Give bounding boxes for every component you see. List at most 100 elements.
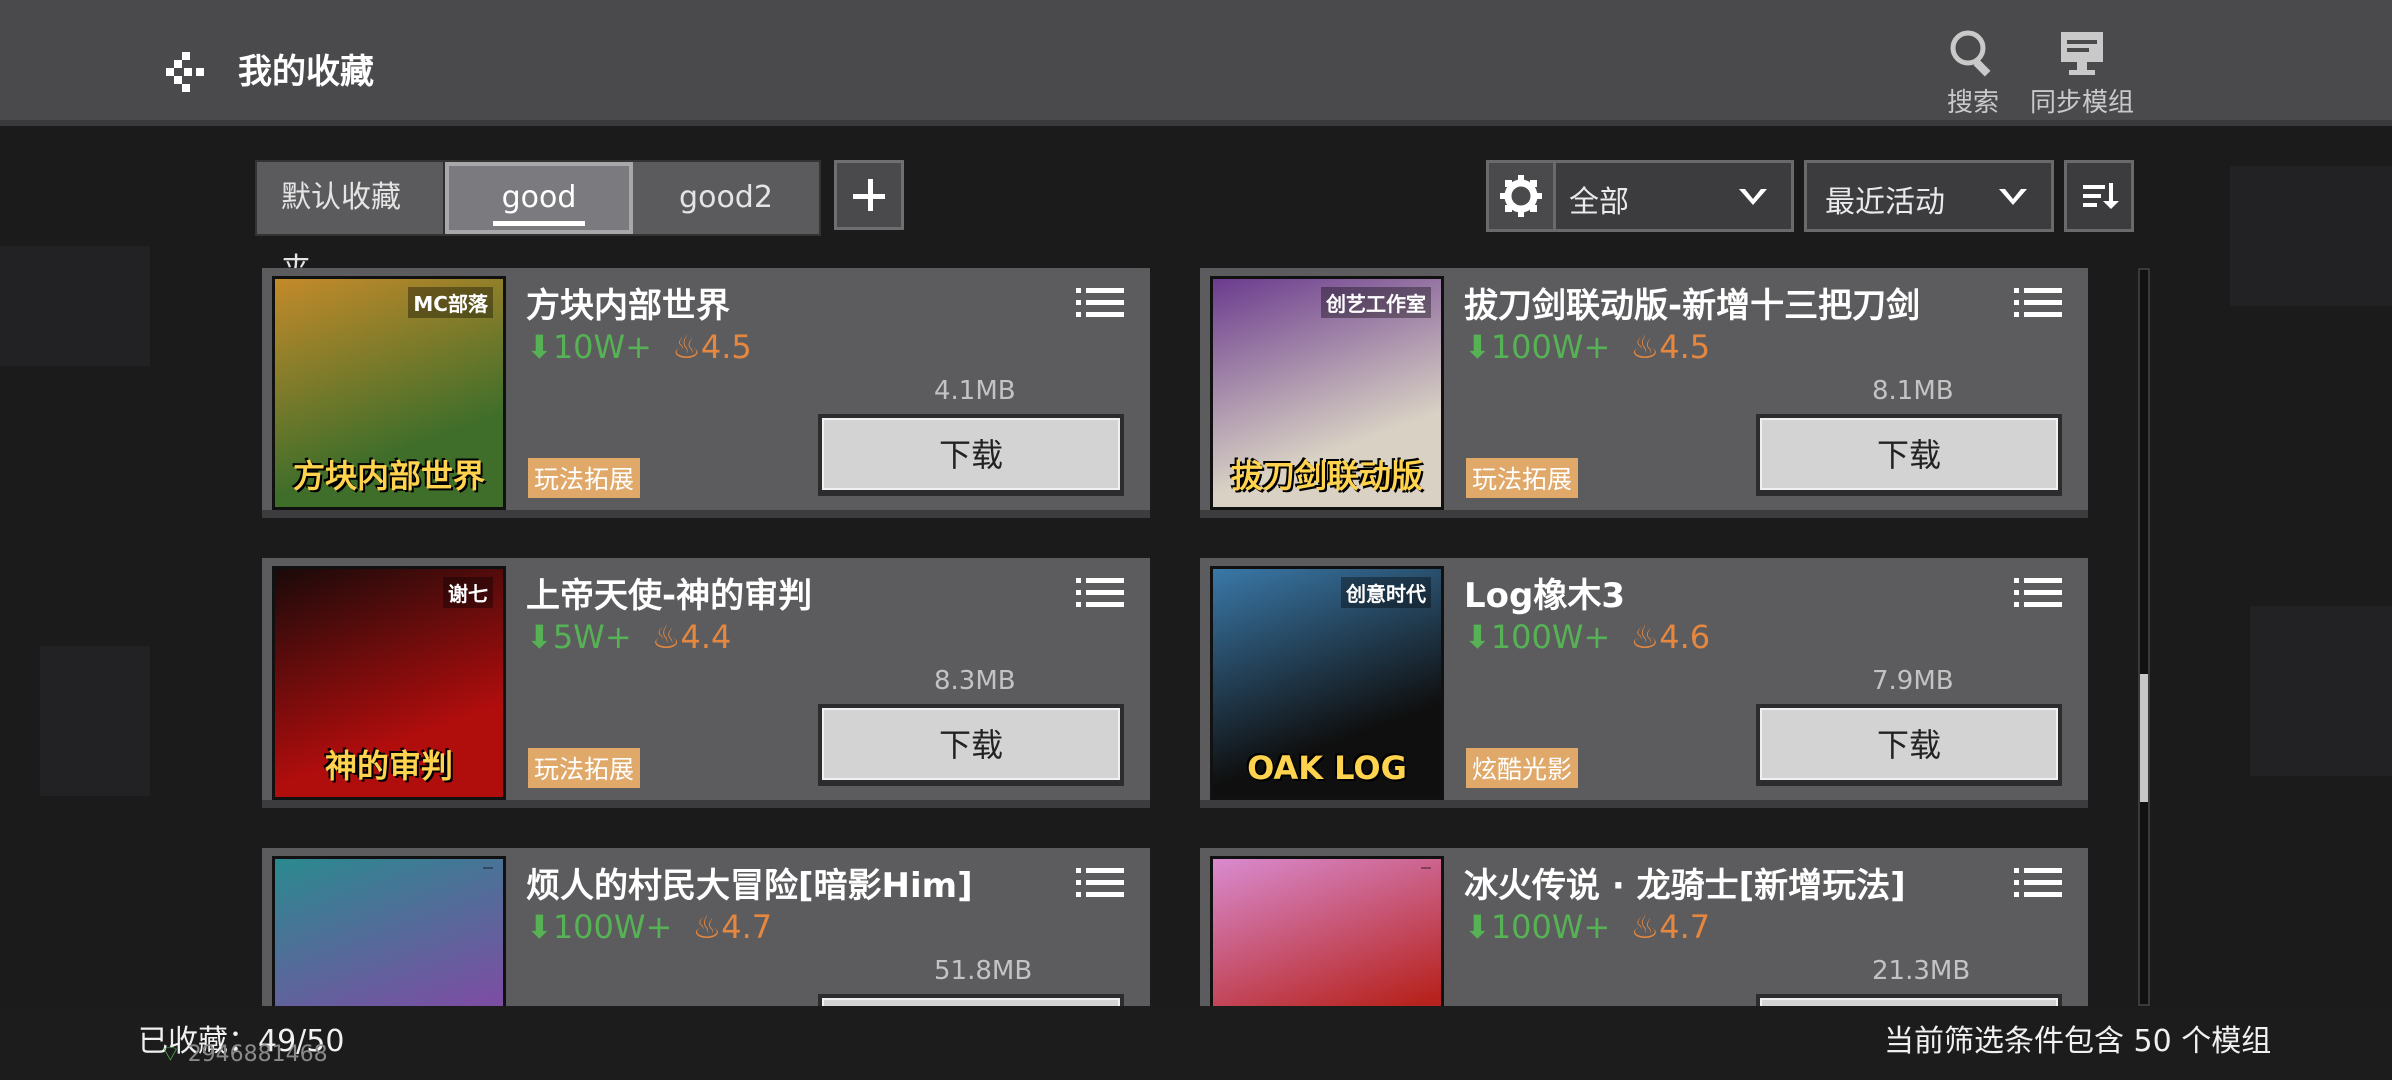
rating-value: 4.5 [1659, 328, 1711, 366]
add-folder-button[interactable] [834, 160, 904, 230]
mod-name[interactable]: 烦人的村民大冒险[暗影Him] [526, 858, 973, 907]
thumbnail-caption: OAK LOG [1247, 749, 1407, 787]
file-size: 21.3MB [1872, 956, 1971, 986]
gear-icon [1500, 175, 1542, 217]
mod-name[interactable]: 方块内部世界 [526, 278, 730, 327]
rating-value: 4.4 [680, 618, 732, 656]
tab-good[interactable]: good [445, 162, 633, 234]
mod-stats: ⬇10W+ ♨4.5 [526, 328, 752, 366]
mod-thumbnail[interactable] [1210, 856, 1444, 1006]
mod-card[interactable]: 创意时代 OAK LOG Log橡木3 ⬇100W+ ♨4.6 7.9MB 下载… [1200, 558, 2088, 808]
mod-stats: ⬇100W+ ♨4.5 [1464, 328, 1710, 366]
download-arrow-icon: ⬇ [1464, 328, 1491, 366]
file-size: 4.1MB [934, 376, 1016, 406]
mod-name[interactable]: 上帝天使-神的审判 [526, 568, 812, 617]
mod-thumbnail[interactable] [272, 856, 506, 1006]
mod-card[interactable]: 烦人的村民大冒险[暗影Him] ⬇100W+ ♨4.7 51.8MB 下载 [262, 848, 1150, 1006]
download-button[interactable]: 下载 [1756, 414, 2062, 496]
mod-thumbnail[interactable]: 创意时代 OAK LOG [1210, 566, 1444, 800]
sort-lines-icon [2083, 183, 2119, 209]
download-button-label: 下载 [822, 998, 1120, 1006]
category-filter-dropdown[interactable]: 全部 [1486, 160, 1794, 232]
thumbnail-caption: 方块内部世界 [292, 457, 485, 495]
file-size: 8.1MB [1872, 376, 1954, 406]
mod-name[interactable]: 拔刀剑联动版-新增十三把刀剑 [1464, 278, 1920, 327]
category-filter-value: 全部 [1569, 185, 1629, 220]
mod-card[interactable]: 冰火传说 · 龙骑士[新增玩法] ⬇100W+ ♨4.7 21.3MB 下载 [1200, 848, 2088, 1006]
mod-stats: ⬇100W+ ♨4.7 [526, 908, 772, 946]
more-options-icon[interactable] [1076, 868, 1124, 898]
settings-cell[interactable] [1489, 163, 1556, 229]
rating-icon: ♨ [1630, 618, 1660, 656]
download-button-label: 下载 [1760, 998, 2058, 1006]
mod-card[interactable]: 创艺工作室 拔刀剑联动版 拔刀剑联动版-新增十三把刀剑 ⬇100W+ ♨4.5 … [1200, 268, 2088, 518]
more-options-icon[interactable] [1076, 578, 1124, 608]
file-size: 7.9MB [1872, 666, 1954, 696]
tab-good2[interactable]: good2 [633, 162, 819, 234]
file-size: 8.3MB [934, 666, 1016, 696]
download-button[interactable]: 下载 [818, 994, 1124, 1006]
download-count: 100W+ [1490, 618, 1611, 656]
filter-summary: 当前筛选条件包含 50 个模组 [1884, 1024, 2272, 1059]
download-arrow-icon: ⬇ [526, 908, 553, 946]
download-button-label: 下载 [1760, 708, 2058, 780]
mod-card[interactable]: 谢七 神的审判 上帝天使-神的审判 ⬇5W+ ♨4.4 8.3MB 下载 玩法拓… [262, 558, 1150, 808]
download-button[interactable]: 下载 [818, 704, 1124, 786]
rating-value: 4.6 [1659, 618, 1711, 656]
rating-icon: ♨ [651, 618, 681, 656]
mod-name[interactable]: 冰火传说 · 龙骑士[新增玩法] [1464, 858, 1906, 907]
rating-value: 4.7 [1659, 908, 1711, 946]
chevron-down-icon [1999, 189, 2027, 205]
device-id-text: 2946881468 [187, 1042, 328, 1067]
search-icon [1950, 30, 1991, 77]
top-bar: 我的收藏 搜索 同步模组 [0, 0, 2392, 126]
download-arrow-icon: ⬇ [526, 328, 553, 366]
more-options-icon[interactable] [1076, 288, 1124, 318]
rating-icon: ♨ [1630, 908, 1660, 946]
download-arrow-icon: ⬇ [526, 618, 553, 656]
wifi-icon: ⌔ [160, 1042, 181, 1067]
sort-order-button[interactable] [2064, 160, 2134, 232]
scrollbar-thumb[interactable] [2140, 674, 2148, 802]
page-title: 我的收藏 [238, 52, 374, 92]
download-button[interactable]: 下载 [1756, 994, 2062, 1006]
download-button[interactable]: 下载 [818, 414, 1124, 496]
rating-icon: ♨ [1630, 328, 1660, 366]
category-tag: 炫酷光影 [1466, 748, 1579, 788]
mod-stats: ⬇5W+ ♨4.4 [526, 618, 731, 656]
download-button-label: 下载 [822, 708, 1120, 780]
download-button[interactable]: 下载 [1756, 704, 2062, 786]
mod-thumbnail[interactable]: MC部落 方块内部世界 [272, 276, 506, 510]
tab-default-folder[interactable]: 默认收藏夹 [257, 162, 445, 287]
mod-card[interactable]: MC部落 方块内部世界 方块内部世界 ⬇10W+ ♨4.5 4.1MB 下载 玩… [262, 268, 1150, 518]
mod-stats: ⬇100W+ ♨4.6 [1464, 618, 1710, 656]
more-options-icon[interactable] [2014, 288, 2062, 318]
back-arrow-icon[interactable] [160, 42, 220, 102]
thumbnail-badge: 谢七 [443, 577, 493, 608]
mod-thumbnail[interactable]: 创艺工作室 拔刀剑联动版 [1210, 276, 1444, 510]
list-scrollbar[interactable] [2138, 268, 2150, 1006]
rating-value: 4.7 [721, 908, 773, 946]
device-id: ⌔ 2946881468 [160, 1040, 328, 1068]
mod-thumbnail[interactable]: 谢七 神的审判 [272, 566, 506, 800]
more-options-icon[interactable] [2014, 578, 2062, 608]
thumbnail-caption: 神的审判 [324, 747, 453, 785]
download-count: 5W+ [552, 618, 632, 656]
sync-monitor-icon [2061, 32, 2103, 75]
mod-name[interactable]: Log橡木3 [1464, 568, 1625, 617]
category-tag: 玩法拓展 [528, 458, 641, 498]
sync-mods-label: 同步模组 [2030, 88, 2135, 118]
rating-icon: ♨ [672, 328, 701, 366]
download-count: 100W+ [1490, 328, 1611, 366]
more-options-icon[interactable] [2014, 868, 2062, 898]
mod-stats: ⬇100W+ ♨4.7 [1464, 908, 1710, 946]
rating-value: 4.5 [700, 328, 752, 366]
rating-icon: ♨ [692, 908, 722, 946]
sort-value: 最近活动 [1825, 185, 1945, 220]
thumbnail-badge: MC部落 [408, 287, 493, 318]
sync-mods-button[interactable]: 同步模组 [2030, 28, 2134, 119]
search-button[interactable]: 搜索 [1946, 28, 2000, 119]
sort-dropdown[interactable]: 最近活动 [1804, 160, 2054, 232]
download-count: 100W+ [552, 908, 673, 946]
download-arrow-icon: ⬇ [1464, 618, 1491, 656]
